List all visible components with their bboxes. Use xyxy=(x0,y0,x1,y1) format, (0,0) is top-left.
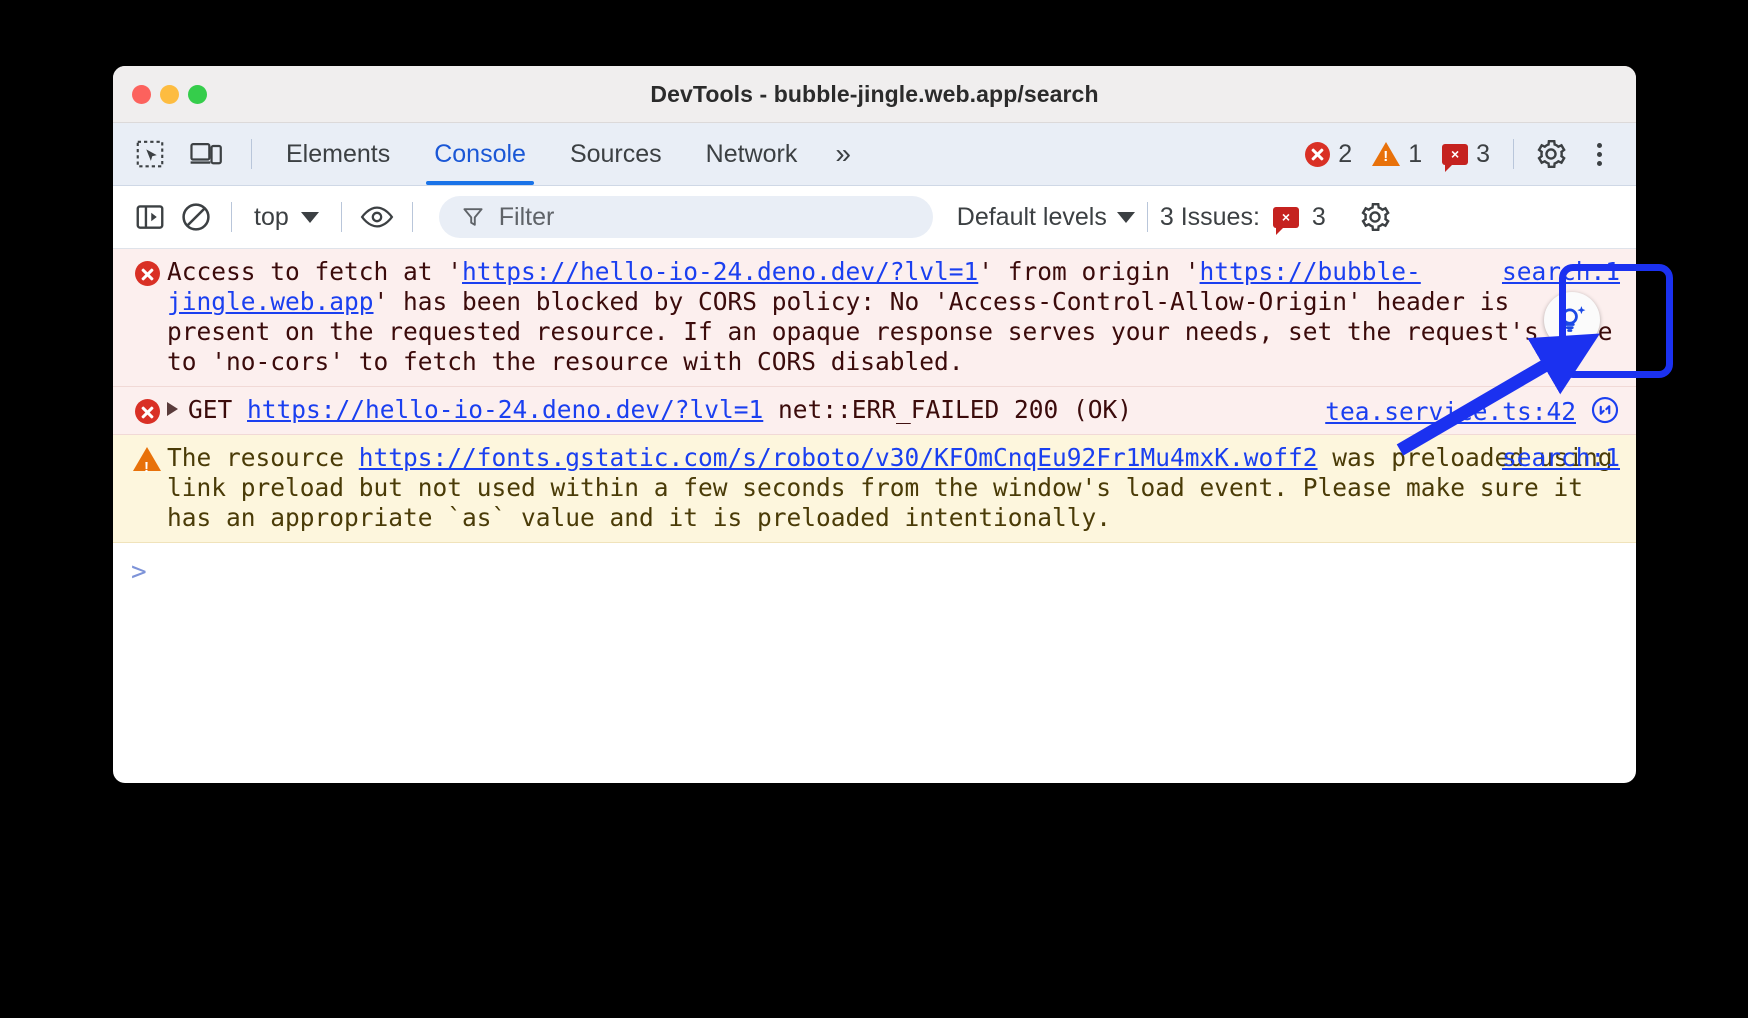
error-count[interactable]: 2 xyxy=(1296,140,1361,169)
issue-badge-glyph: × xyxy=(1451,147,1459,161)
expand-triangle-icon[interactable] xyxy=(167,402,178,416)
maximize-window-button[interactable] xyxy=(188,85,207,104)
tabbar-divider xyxy=(251,139,252,169)
console-message-source-link[interactable]: search:1 xyxy=(1502,257,1620,287)
log-level-selector[interactable]: Default levels xyxy=(957,203,1135,232)
request-url-link[interactable]: https://hello-io-24.deno.dev/?lvl=1 xyxy=(462,257,978,286)
minimize-window-button[interactable] xyxy=(160,85,179,104)
error-circle-icon xyxy=(127,257,167,377)
search-input[interactable]: Filter xyxy=(439,196,933,238)
devtools-tabs: Elements Console Sources Network » xyxy=(264,123,867,185)
issue-badge-icon: × xyxy=(1442,144,1468,165)
msg-text-2: ' from origin ' xyxy=(978,257,1199,286)
issues-summary-button[interactable]: 3 Issues: × 3 xyxy=(1160,203,1326,232)
issues-summary-count: 3 xyxy=(1312,203,1326,232)
chevron-down-icon xyxy=(301,212,319,223)
search-input-placeholder: Filter xyxy=(499,203,555,232)
error-circle-icon xyxy=(1305,142,1330,167)
inspect-element-icon[interactable] xyxy=(127,131,173,177)
window-traffic-lights xyxy=(132,85,207,104)
error-circle-icon xyxy=(127,395,167,425)
console-sidebar-icon[interactable] xyxy=(127,194,173,240)
issue-count[interactable]: × 3 xyxy=(1433,140,1499,169)
window-titlebar: DevTools - bubble-jingle.web.app/search xyxy=(113,66,1636,123)
tab-console[interactable]: Console xyxy=(412,123,548,185)
tabbar-status-area: 2 1 × 3 xyxy=(1296,131,1636,177)
console-filter-toolbar: top Filter Default levels xyxy=(113,186,1636,249)
window-title: DevTools - bubble-jingle.web.app/search xyxy=(113,81,1636,108)
eye-icon[interactable] xyxy=(354,194,400,240)
devtools-tabbar: Elements Console Sources Network » 2 1 × xyxy=(113,123,1636,186)
filterbar-divider-1 xyxy=(231,202,232,232)
issue-count-value: 3 xyxy=(1476,140,1490,169)
tabbar-tools xyxy=(113,131,264,177)
error-count-value: 2 xyxy=(1338,140,1352,169)
msg-text-1: The resource xyxy=(167,443,359,472)
msg-status: net::ERR_FAILED 200 (OK) xyxy=(763,395,1132,424)
log-level-value: Default levels xyxy=(957,203,1107,232)
issues-summary-label: 3 Issues: xyxy=(1160,203,1260,232)
status-divider xyxy=(1513,139,1514,169)
gear-icon[interactable] xyxy=(1528,131,1574,177)
execution-context-value: top xyxy=(254,203,289,232)
kebab-menu-icon[interactable] xyxy=(1576,131,1622,177)
execution-context-selector[interactable]: top xyxy=(244,203,329,232)
screenshot-stage: DevTools - bubble-jingle.web.app/search xyxy=(0,0,1748,1018)
chevron-down-icon xyxy=(1117,212,1135,223)
console-settings-gear-icon[interactable] xyxy=(1352,194,1398,240)
filterbar-divider-2 xyxy=(341,202,342,232)
filterbar-divider-4 xyxy=(1147,202,1148,232)
pointer-arrow-icon xyxy=(1386,330,1616,460)
msg-text-1: Access to fetch at ' xyxy=(167,257,462,286)
warning-triangle-icon xyxy=(1372,142,1400,166)
warning-count[interactable]: 1 xyxy=(1363,140,1431,169)
tab-sources[interactable]: Sources xyxy=(548,123,684,185)
tab-elements[interactable]: Elements xyxy=(264,123,412,185)
console-prompt[interactable]: > xyxy=(113,543,1636,587)
warning-count-value: 1 xyxy=(1408,140,1422,169)
warning-triangle-icon xyxy=(127,443,167,533)
request-url-link[interactable]: https://hello-io-24.deno.dev/?lvl=1 xyxy=(247,395,763,424)
resource-url-link[interactable]: https://fonts.gstatic.com/s/roboto/v30/K… xyxy=(359,443,1318,472)
filter-funnel-icon xyxy=(461,205,485,229)
tab-network[interactable]: Network xyxy=(684,123,820,185)
more-tabs-button[interactable]: » xyxy=(819,123,867,185)
clear-console-icon[interactable] xyxy=(173,194,219,240)
console-prompt-symbol: > xyxy=(131,557,147,587)
msg-method: GET xyxy=(188,395,247,424)
filterbar-divider-3 xyxy=(412,202,413,232)
close-window-button[interactable] xyxy=(132,85,151,104)
issue-badge-glyph: × xyxy=(1282,210,1290,224)
device-toolbar-icon[interactable] xyxy=(183,131,229,177)
issue-badge-icon: × xyxy=(1273,207,1299,228)
